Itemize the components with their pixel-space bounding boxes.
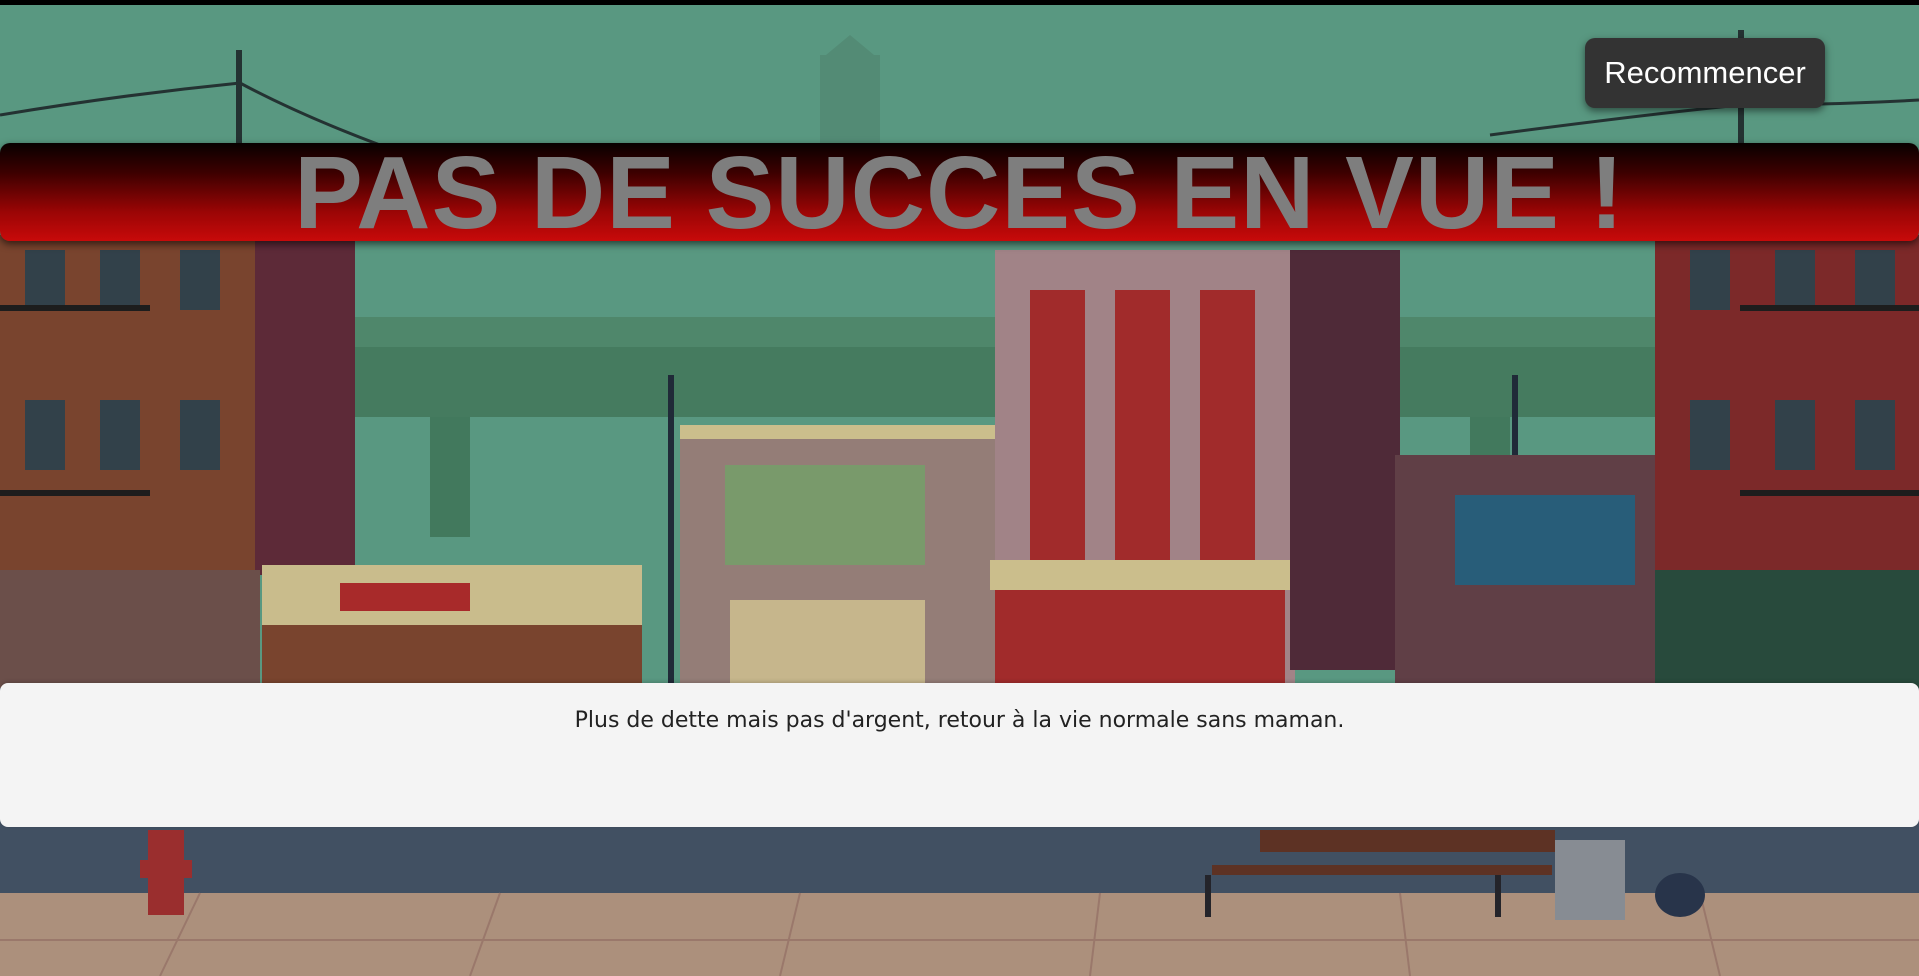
restart-button[interactable]: Recommencer [1585, 38, 1825, 108]
banner-title: PAS DE SUCCES EN VUE ! [294, 143, 1625, 241]
message-text: Plus de dette mais pas d'argent, retour … [574, 708, 1345, 733]
message-box: Plus de dette mais pas d'argent, retour … [0, 683, 1919, 827]
game-over-banner: PAS DE SUCCES EN VUE ! [0, 143, 1919, 241]
